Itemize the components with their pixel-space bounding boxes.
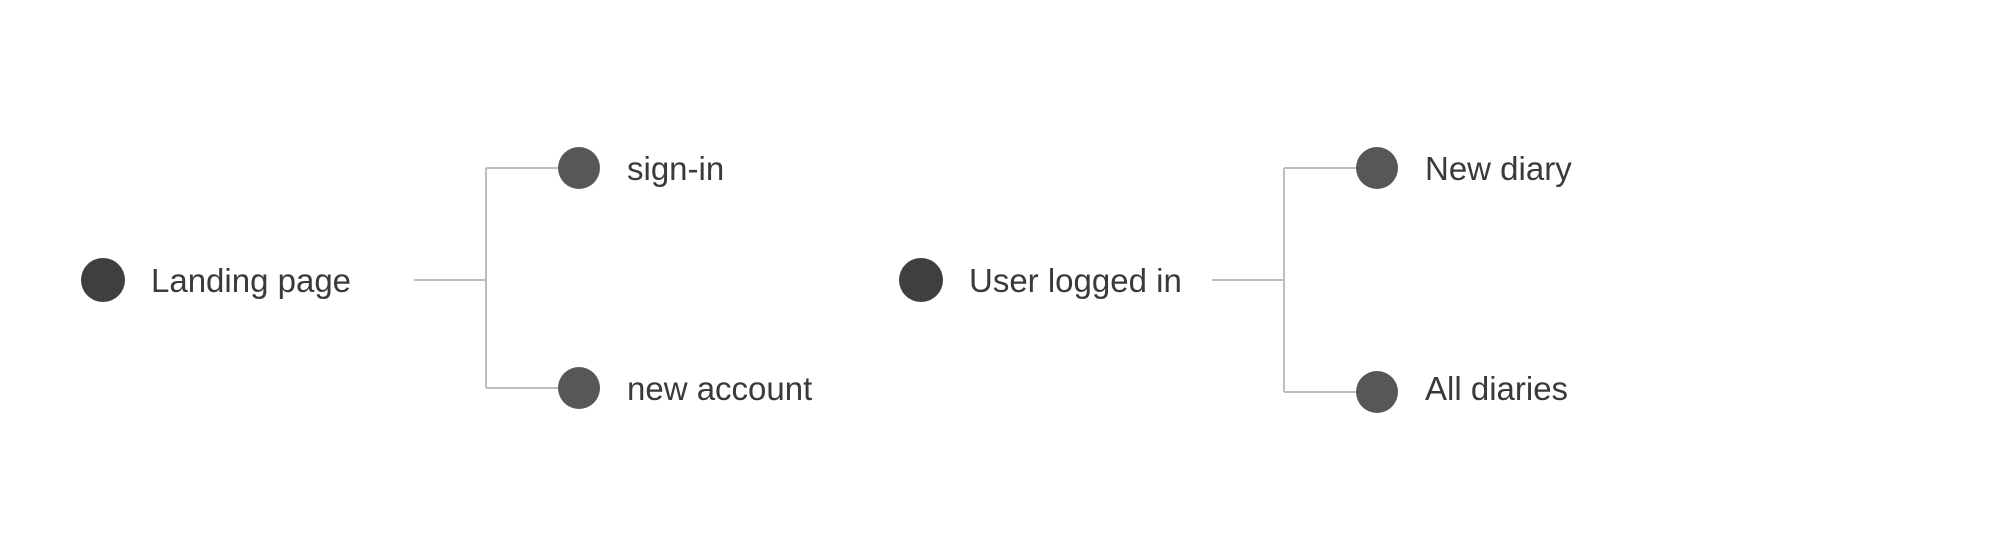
tree-landing-page: Landing page sign-in new account [81,147,812,409]
flow-diagram: Landing page sign-in new account User lo… [81,147,1572,413]
child-node-label: sign-in [627,150,724,187]
child-node-dot [558,147,600,189]
root-node-label: Landing page [151,262,351,299]
child-node-label: New diary [1425,150,1572,187]
connector-user-logged-in [1212,167,1358,393]
child-node-label: new account [627,370,812,407]
root-node-dot [899,258,943,302]
connector-landing-page [414,167,560,389]
root-node-dot [81,258,125,302]
root-node-label: User logged in [969,262,1182,299]
child-node-dot [1356,371,1398,413]
child-node-dot [1356,147,1398,189]
tree-user-logged-in: User logged in New diary All diaries [899,147,1572,413]
child-node-label: All diaries [1425,370,1568,407]
child-node-dot [558,367,600,409]
